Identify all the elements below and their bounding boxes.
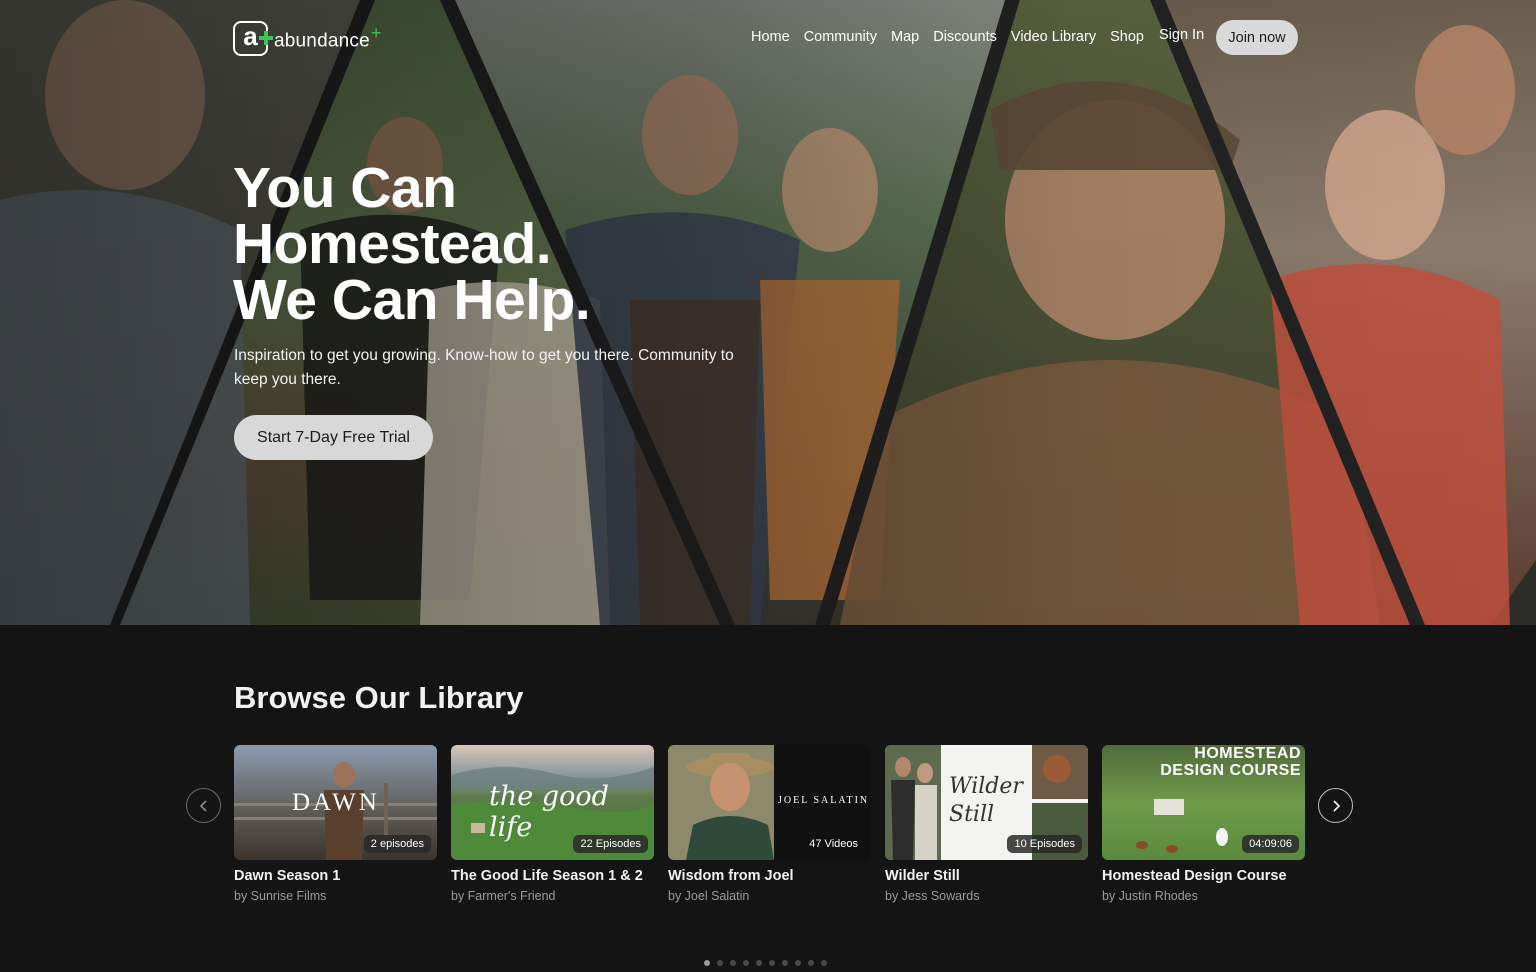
card-author: by Sunrise Films xyxy=(234,889,327,903)
card-thumbnail[interactable]: Wilder Still 10 Episodes xyxy=(885,745,1088,860)
card-overlay-title: DAWN xyxy=(292,789,380,816)
chevron-right-icon xyxy=(1332,799,1340,812)
card-author: by Farmer's Friend xyxy=(451,889,556,903)
library-card[interactable]: JOEL SALATIN 47 Videos Wisdom from Joel … xyxy=(668,745,871,903)
episode-badge: 47 Videos xyxy=(809,838,858,850)
chevron-left-icon xyxy=(199,799,207,812)
library-card[interactable]: the good life 22 Episodes The Good Life … xyxy=(451,745,654,903)
nav-video-library[interactable]: Video Library xyxy=(1011,27,1096,47)
logo-mark-icon: a xyxy=(233,20,273,56)
library-carousel: DAWN 2 episodes Dawn Season 1 by Sunrise… xyxy=(234,745,1305,903)
card-thumbnail[interactable]: HOMESTEAD DESIGN COURSE 04:09:06 xyxy=(1102,745,1305,860)
pagination-dot[interactable] xyxy=(730,960,736,966)
library-card[interactable]: DAWN 2 episodes Dawn Season 1 by Sunrise… xyxy=(234,745,437,903)
nav-community[interactable]: Community xyxy=(804,27,877,47)
sign-in-link[interactable]: Sign In xyxy=(1159,27,1204,43)
card-title[interactable]: Wilder Still xyxy=(885,868,1088,884)
headline-line-3: We Can Help. xyxy=(233,268,591,332)
pagination-dot[interactable] xyxy=(795,960,801,966)
hero-tagline: Inspiration to get you growing. Know-how… xyxy=(234,347,734,388)
card-title[interactable]: Dawn Season 1 xyxy=(234,868,437,884)
join-now-button[interactable]: Join now xyxy=(1216,20,1298,55)
main-nav: Home Community Map Discounts Video Libra… xyxy=(751,27,1144,47)
nav-map[interactable]: Map xyxy=(891,27,919,47)
nav-discounts[interactable]: Discounts xyxy=(933,27,997,47)
hero-headline: You Can Homestead. We Can Help. xyxy=(233,156,753,332)
nav-shop[interactable]: Shop xyxy=(1110,27,1144,47)
nav-home[interactable]: Home xyxy=(751,27,790,47)
card-overlay-title: Wilder Still xyxy=(949,774,1023,827)
headline-line-2: Homestead. xyxy=(233,212,552,276)
carousel-prev-button[interactable] xyxy=(186,788,221,823)
card-author: by Jess Sowards xyxy=(885,889,980,903)
headline-line-1: You Can xyxy=(233,156,457,220)
library-title: Browse Our Library xyxy=(234,680,524,715)
hero-section xyxy=(0,0,1536,625)
free-trial-button[interactable]: Start 7-Day Free Trial xyxy=(234,415,433,460)
card-overlay-title: JOEL SALATIN xyxy=(778,795,870,806)
episode-badge: 2 episodes xyxy=(363,835,431,853)
pagination-dot[interactable] xyxy=(743,960,749,966)
card-overlay-title: the good life xyxy=(489,781,609,843)
pagination-dot[interactable] xyxy=(756,960,762,966)
card-thumbnail[interactable]: the good life 22 Episodes xyxy=(451,745,654,860)
card-thumbnail[interactable]: JOEL SALATIN 47 Videos xyxy=(668,745,871,860)
library-card[interactable]: Wilder Still 10 Episodes Wilder Still by… xyxy=(885,745,1088,903)
card-overlay-title: HOMESTEAD DESIGN COURSE xyxy=(1160,745,1301,779)
episode-badge: 22 Episodes xyxy=(573,835,648,853)
card-author: by Joel Salatin xyxy=(668,889,750,903)
pagination-dot[interactable] xyxy=(717,960,723,966)
pagination-dot[interactable] xyxy=(808,960,814,966)
library-card[interactable]: HOMESTEAD DESIGN COURSE 04:09:06 Homeste… xyxy=(1102,745,1305,903)
pagination-dot[interactable] xyxy=(704,960,710,966)
card-title[interactable]: Homestead Design Course xyxy=(1102,868,1305,884)
brand-logo[interactable]: a abundance+ xyxy=(233,20,382,56)
pagination-dot[interactable] xyxy=(821,960,827,966)
pagination-dot[interactable] xyxy=(782,960,788,966)
pagination-dot[interactable] xyxy=(769,960,775,966)
card-title[interactable]: The Good Life Season 1 & 2 xyxy=(451,868,654,884)
card-title[interactable]: Wisdom from Joel xyxy=(668,868,871,884)
brand-name: abundance+ xyxy=(274,23,382,52)
card-author: by Justin Rhodes xyxy=(1102,889,1198,903)
carousel-next-button[interactable] xyxy=(1318,788,1353,823)
card-thumbnail[interactable]: DAWN 2 episodes xyxy=(234,745,437,860)
carousel-pagination xyxy=(704,960,827,966)
hero-overlay xyxy=(0,0,1536,625)
episode-badge: 10 Episodes xyxy=(1007,835,1082,853)
duration-badge: 04:09:06 xyxy=(1242,835,1299,853)
